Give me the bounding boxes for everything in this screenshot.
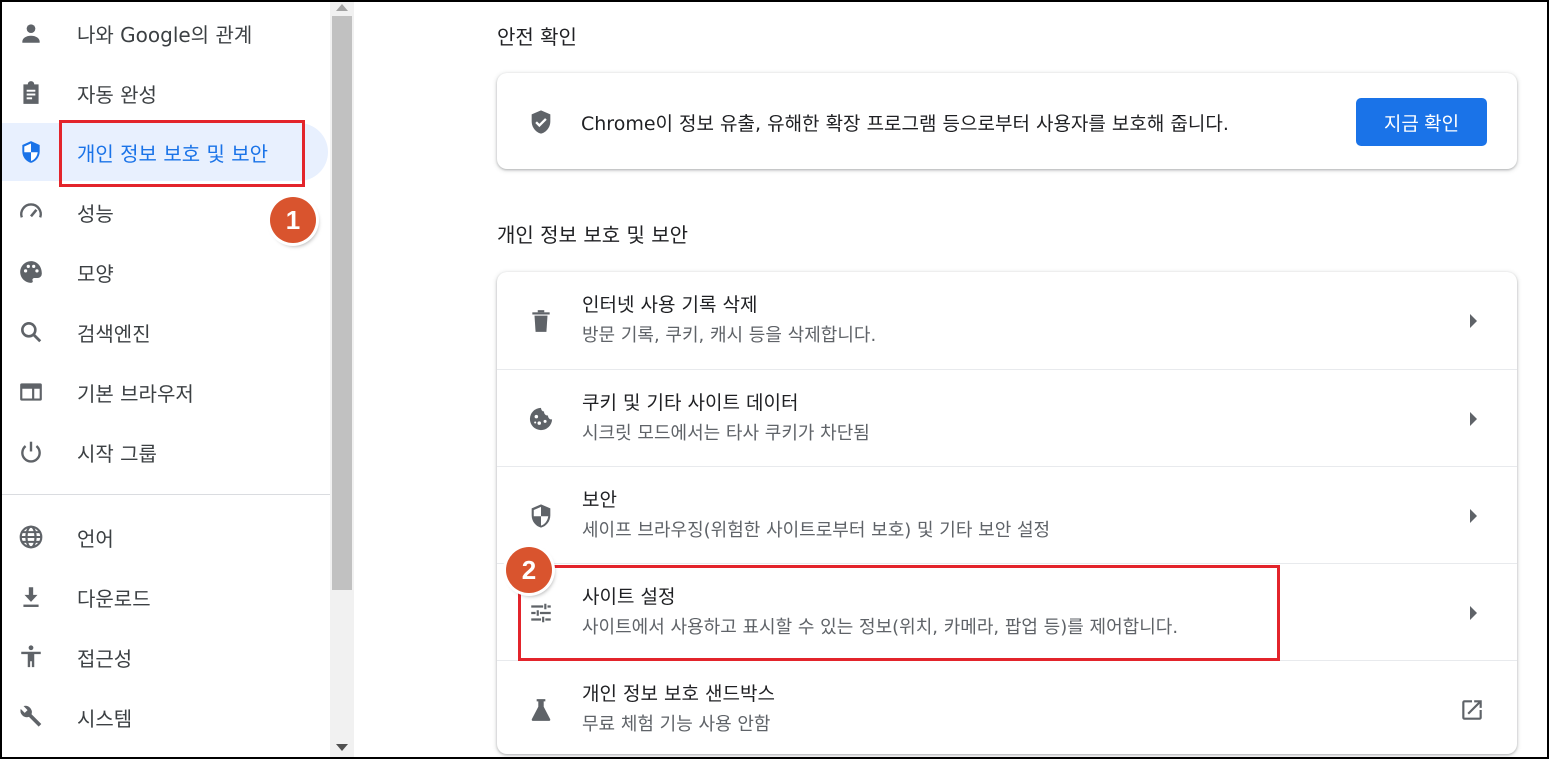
- privacy-section-title: 개인 정보 보호 및 보안: [497, 223, 689, 247]
- speedometer-icon: [18, 199, 44, 225]
- open-in-new-icon: [1459, 697, 1485, 723]
- sidebar-item-label: 시스템: [77, 706, 133, 731]
- row-subtitle: 방문 기록, 쿠키, 캐시 등을 삭제합니다.: [582, 325, 877, 346]
- sidebar-item-label: 기본 브라우저: [77, 381, 194, 406]
- privacy-sandbox-row[interactable]: 개인 정보 보호 샌드박스 무료 체험 기능 사용 안함: [497, 660, 1517, 757]
- trash-icon: [527, 307, 555, 335]
- clipboard-icon: [18, 80, 44, 106]
- chevron-right-icon: [1470, 509, 1477, 523]
- settings-sidebar: 나와 Google의 관계 자동 완성 개인 정보 보호 및 보안 성능 모양 …: [2, 2, 330, 757]
- sidebar-item-label: 검색엔진: [77, 321, 151, 346]
- browser-window-icon: [18, 379, 44, 405]
- chevron-right-icon: [1470, 606, 1477, 620]
- power-icon: [18, 439, 44, 465]
- sidebar-item-autofill[interactable]: 자동 완성: [2, 64, 328, 122]
- sidebar-item-label: 자동 완성: [77, 82, 157, 107]
- sidebar-scrollbar[interactable]: [330, 2, 354, 757]
- security-shield-icon: [527, 502, 555, 530]
- sidebar-item-system[interactable]: 시스템: [2, 688, 328, 746]
- palette-icon: [18, 259, 44, 285]
- globe-icon: [18, 524, 44, 550]
- sidebar-item-appearance[interactable]: 모양: [2, 243, 328, 301]
- sidebar-item-default-browser[interactable]: 기본 브라우저: [2, 363, 328, 421]
- row-subtitle: 무료 체험 기능 사용 안함: [582, 714, 771, 735]
- clear-browsing-data-row[interactable]: 인터넷 사용 기록 삭제 방문 기록, 쿠키, 캐시 등을 삭제합니다.: [497, 272, 1517, 369]
- sidebar-item-on-startup[interactable]: 시작 그룹: [2, 423, 328, 481]
- sidebar-item-label: 다운로드: [77, 586, 151, 611]
- step-badge-1: 1: [270, 197, 316, 243]
- row-subtitle: 시크릿 모드에서는 타사 쿠키가 차단됨: [582, 423, 870, 444]
- sidebar-item-label: 모양: [77, 261, 114, 286]
- sidebar-item-label: 성능: [77, 201, 114, 226]
- accessibility-icon: [18, 644, 44, 670]
- sidebar-item-you-and-google[interactable]: 나와 Google의 관계: [2, 4, 328, 62]
- row-title: 보안: [582, 489, 617, 511]
- sidebar-item-downloads[interactable]: 다운로드: [2, 568, 328, 626]
- shield-icon: [18, 139, 44, 165]
- sidebar-item-languages[interactable]: 언어: [2, 508, 328, 566]
- row-title: 인터넷 사용 기록 삭제: [582, 294, 758, 316]
- row-subtitle: 세이프 브라우징(위험한 사이트로부터 보호) 및 기타 보안 설정: [582, 520, 1051, 541]
- safety-check-card: Chrome이 정보 유출, 유해한 확장 프로그램 등으로부터 사용자를 보호…: [497, 73, 1517, 169]
- scroll-up-arrow-icon[interactable]: [336, 4, 348, 11]
- search-icon: [18, 319, 44, 345]
- sidebar-item-accessibility[interactable]: 접근성: [2, 628, 328, 686]
- security-row[interactable]: 보안 세이프 브라우징(위험한 사이트로부터 보호) 및 기타 보안 설정: [497, 466, 1517, 563]
- sidebar-divider: [2, 494, 330, 495]
- sidebar-item-label: 나와 Google의 관계: [77, 22, 253, 47]
- chevron-right-icon: [1470, 412, 1477, 426]
- safety-check-description: Chrome이 정보 유출, 유해한 확장 프로그램 등으로부터 사용자를 보호…: [581, 113, 1229, 135]
- safety-check-section-title: 안전 확인: [497, 25, 577, 49]
- flask-icon: [527, 696, 555, 724]
- scroll-down-arrow-icon[interactable]: [336, 744, 348, 751]
- row-title: 쿠키 및 기타 사이트 데이터: [582, 392, 799, 414]
- scroll-thumb[interactable]: [332, 16, 352, 590]
- step-badge-2: 2: [506, 547, 552, 593]
- sidebar-item-label: 언어: [77, 526, 114, 551]
- row-title: 개인 정보 보호 샌드박스: [582, 683, 775, 705]
- person-icon: [18, 20, 44, 46]
- sidebar-item-label: 접근성: [77, 646, 133, 671]
- safety-shield-check-icon: [527, 108, 555, 136]
- cookie-icon: [527, 405, 555, 433]
- sidebar-item-label: 시작 그룹: [77, 441, 157, 466]
- chevron-right-icon: [1470, 314, 1477, 328]
- check-now-button[interactable]: 지금 확인: [1356, 98, 1487, 146]
- highlight-box-site-settings: [518, 565, 1280, 661]
- privacy-security-card: 인터넷 사용 기록 삭제 방문 기록, 쿠키, 캐시 등을 삭제합니다. 쿠키 …: [497, 272, 1517, 754]
- cookies-row[interactable]: 쿠키 및 기타 사이트 데이터 시크릿 모드에서는 타사 쿠키가 차단됨: [497, 369, 1517, 466]
- download-icon: [18, 584, 44, 610]
- highlight-box-privacy-nav: [59, 120, 305, 187]
- sidebar-item-search-engine[interactable]: 검색엔진: [2, 303, 328, 361]
- wrench-icon: [18, 704, 44, 730]
